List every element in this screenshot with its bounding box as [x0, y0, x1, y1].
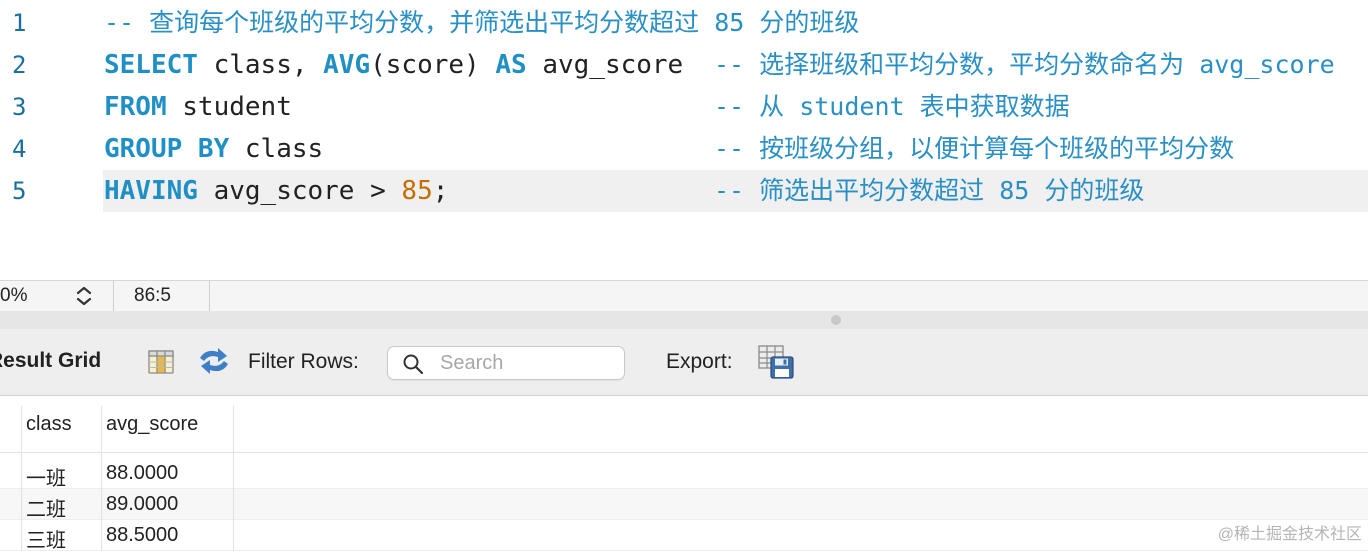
sql-code: HAVING avg_score > 85; [104, 170, 448, 212]
sql-comment: -- 选择班级和平均分数，平均分数命名为 avg_score [714, 50, 1335, 79]
table-row[interactable]: 二班 89.0000 [0, 489, 1368, 522]
zoom-stepper-icon[interactable] [74, 285, 94, 307]
refresh-icon[interactable] [196, 346, 232, 376]
column-divider [21, 406, 22, 550]
cell-class[interactable]: 三班 [26, 524, 66, 553]
cell-avg-score[interactable]: 88.5000 [106, 524, 178, 547]
sql-text: (score) [370, 50, 496, 80]
sql-text: avg_score > [197, 176, 402, 206]
sql-number: 85 [401, 176, 433, 206]
column-header-class[interactable]: class [26, 413, 72, 436]
line-number: 1 [12, 9, 27, 37]
sql-editor[interactable]: 1 -- 查询每个班级的平均分数，并筛选出平均分数超过 85 分的班级 2 SE… [0, 0, 1368, 280]
cell-class[interactable]: 二班 [26, 493, 66, 522]
sql-keyword: AS [495, 50, 527, 80]
line-number: 2 [12, 51, 27, 79]
sql-text: avg_score [526, 50, 684, 80]
column-divider [101, 406, 102, 550]
cursor-position: 86:5 [134, 285, 171, 306]
code-line-1[interactable]: 1 -- 查询每个班级的平均分数，并筛选出平均分数超过 85 分的班级 [0, 2, 1368, 44]
sql-keyword: FROM [104, 92, 167, 122]
search-icon [403, 354, 424, 375]
code-line-2[interactable]: 2 SELECT class, AVG(score) AS avg_score … [0, 44, 1368, 86]
sql-keyword: AVG [323, 50, 371, 80]
code-line-5[interactable]: 5 HAVING avg_score > 85; -- 筛选出平均分数超过 85… [0, 170, 1368, 212]
code-line-3[interactable]: 3 FROM student -- 从 student 表中获取数据 [0, 86, 1368, 128]
line-number: 4 [12, 135, 27, 163]
sql-code: SELECT class, AVG(score) AS avg_score [104, 44, 683, 86]
filter-search-input[interactable] [440, 351, 615, 375]
editor-status-bar: 0% 86:5 [0, 280, 1368, 312]
cell-class[interactable]: 一班 [26, 462, 66, 491]
sql-comment: -- 按班级分组，以便计算每个班级的平均分数 [714, 134, 1235, 163]
sql-comment: -- 查询每个班级的平均分数，并筛选出平均分数超过 85 分的班级 [104, 8, 860, 37]
code-line-4[interactable]: 4 GROUP BY class -- 按班级分组，以便计算每个班级的平均分数 [0, 128, 1368, 170]
watermark: @稀土掘金技术社区 [1217, 526, 1362, 543]
result-grid[interactable]: class avg_score 一班 88.0000 二班 89.0000 三班… [0, 396, 1368, 553]
sql-text: ; [432, 176, 449, 206]
result-grid-title: Result Grid [0, 349, 102, 372]
status-divider [113, 281, 114, 311]
export-label: Export: [666, 350, 733, 373]
grid-columns-icon[interactable] [147, 348, 175, 376]
splitter-handle-icon[interactable] [831, 315, 841, 325]
sql-text: student [166, 92, 292, 122]
sql-code: GROUP BY class [104, 128, 323, 170]
table-row[interactable]: 一班 88.0000 [0, 458, 1368, 491]
filter-rows-label: Filter Rows: [248, 350, 359, 373]
sql-comment: -- 筛选出平均分数超过 85 分的班级 [714, 176, 1145, 205]
line-number: 3 [12, 93, 27, 121]
cell-avg-score[interactable]: 88.0000 [106, 462, 178, 485]
column-header-avg-score[interactable]: avg_score [106, 413, 198, 436]
export-save-icon[interactable] [757, 344, 795, 380]
sql-keyword: HAVING [104, 176, 198, 206]
sql-keyword: GROUP BY [104, 134, 230, 164]
table-row[interactable]: 三班 88.5000 [0, 520, 1368, 553]
status-divider [209, 281, 210, 311]
sql-keyword: SELECT [104, 50, 198, 80]
sql-comment: -- 从 student 表中获取数据 [714, 92, 1070, 121]
cell-avg-score[interactable]: 89.0000 [106, 493, 178, 516]
sql-code: FROM student [104, 86, 292, 128]
result-toolbar: Result Grid Filter Rows: Export: [0, 329, 1368, 396]
pane-splitter[interactable] [0, 311, 1368, 329]
column-divider [233, 406, 234, 550]
filter-search-box[interactable] [387, 346, 625, 380]
line-number: 5 [12, 177, 27, 205]
sql-text: class [229, 134, 324, 164]
grid-header-row: class avg_score [0, 396, 1368, 453]
sql-text: class, [197, 50, 324, 80]
zoom-level: 0% [0, 285, 28, 306]
